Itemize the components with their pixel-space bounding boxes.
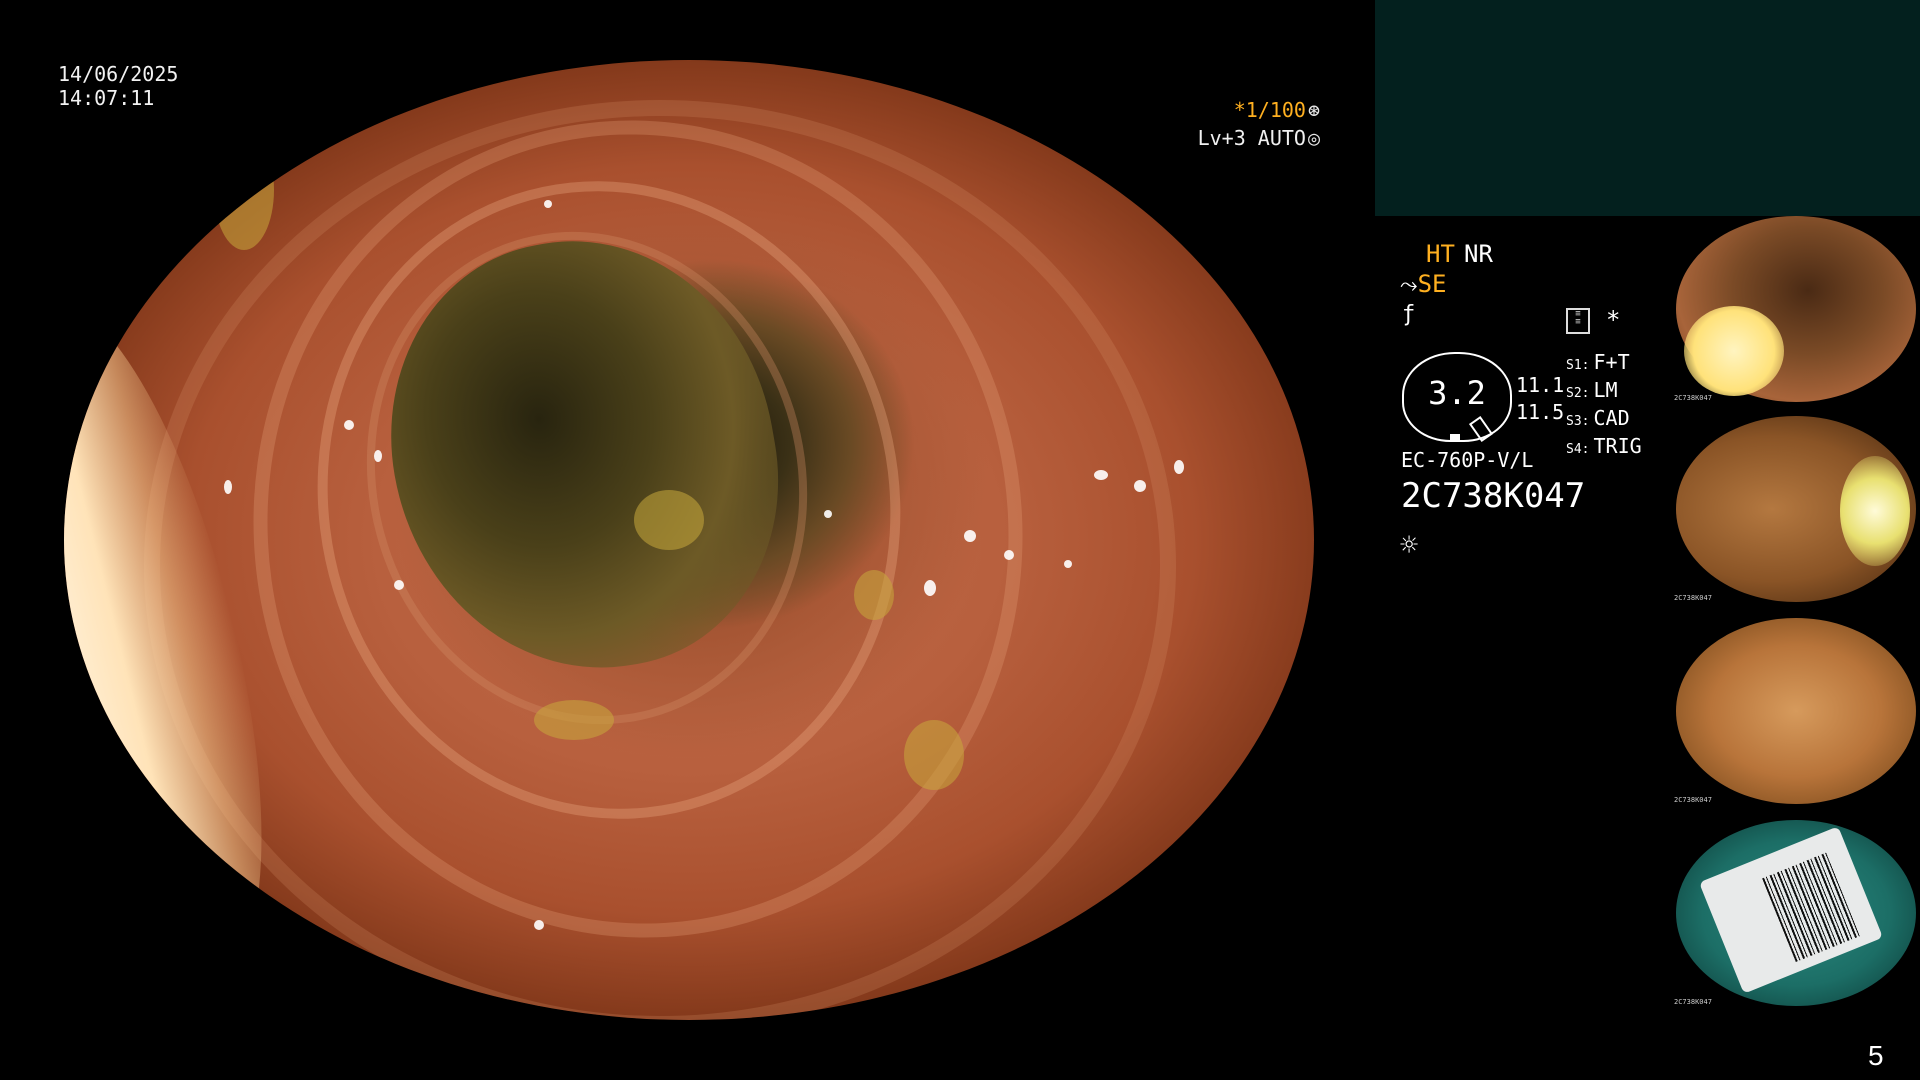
thumbnail-image [1676, 216, 1916, 402]
thumbnail-1[interactable]: 2C738K047 [1672, 214, 1918, 410]
scope-serial: 2C738K047 [1401, 476, 1586, 516]
reflection-spot [1094, 470, 1108, 480]
reflection-spot [374, 450, 382, 462]
gauge-bar-icon [1468, 415, 1494, 443]
star-indicator: * [1606, 306, 1621, 334]
mode-s4: S4: TRIG [1566, 434, 1642, 458]
debris [634, 490, 704, 550]
info-panel-blank [1375, 0, 1920, 216]
switch-modes: S1: F+T S2: LM S3: CAD S4: TRIG [1566, 350, 1642, 462]
side-value: 11.5 [1516, 400, 1565, 424]
thumbnail-label: 2C738K047 [1674, 394, 1712, 402]
reflection-spot [534, 920, 544, 930]
thumbnail-image [1676, 820, 1916, 1006]
reflection-spot [1004, 550, 1014, 560]
barcode [1762, 852, 1861, 962]
debris [904, 720, 964, 790]
reflection-spot [1064, 560, 1072, 568]
reflection-spot [1134, 480, 1146, 492]
aperture-icon: ⊛ [1307, 98, 1320, 122]
iris-icon: ◎ [1307, 126, 1320, 150]
reflection-spot [1174, 460, 1184, 474]
thumbnail-4[interactable]: 2C738K047 [1672, 818, 1918, 1014]
time: 14:07:11 [58, 86, 155, 110]
sun-icon: ☼ [1400, 528, 1419, 563]
reflection-spot [544, 200, 552, 208]
memo-icon: ≡ ≡ [1566, 308, 1590, 334]
date-time-overlay: 14/06/2025 14:07:11 [58, 62, 178, 110]
gauge-side-values: 11.1 11.5 [1516, 372, 1564, 426]
iris-setting: Lv+3 AUTO ◎ [1150, 126, 1320, 150]
page-number: 5 [1868, 1040, 1884, 1071]
f-icon: ƒ [1402, 302, 1416, 327]
reflection-spot [344, 420, 354, 430]
mode-s2: S2: LM [1566, 378, 1618, 402]
thumbnail-label: 2C738K047 [1674, 796, 1712, 804]
debris [214, 130, 274, 250]
thumbnail-label: 2C738K047 [1674, 594, 1712, 602]
reflection-spot [824, 510, 832, 518]
se-indicator: ⤳SE [1400, 270, 1447, 298]
reflection-spot [924, 580, 936, 596]
thumbnail-2[interactable]: 2C738K047 [1672, 414, 1918, 610]
reflection-spot [394, 580, 404, 590]
reflection-spot [224, 480, 232, 494]
date: 14/06/2025 [58, 62, 179, 86]
thumbnail-strip[interactable]: 2C738K047 2C738K047 2C738K047 2C738K047 [1672, 214, 1920, 1014]
side-value: 11.1 [1516, 373, 1565, 397]
thumbnail-label: 2C738K047 [1674, 998, 1712, 1006]
reflection-spot [964, 530, 976, 542]
mode-s1: S1: F+T [1566, 350, 1630, 374]
scope-icon: ⤳ [1400, 273, 1418, 298]
thumbnail-3[interactable]: 2C738K047 [1672, 616, 1918, 812]
gauge-tick [1450, 434, 1460, 440]
debris [854, 570, 894, 620]
scope-model: EC-760P-V/L [1401, 448, 1534, 472]
shutter-speed: *1/100 ⊛ [1180, 98, 1320, 122]
shutter-value: *1/100 [1233, 98, 1306, 122]
debris [534, 700, 614, 740]
enhancement-gauge: 3.2 [1402, 352, 1512, 443]
endoscopy-screen: 14/06/2025 14:07:11 *1/100 ⊛ Lv+3 AUTO ◎ H… [0, 0, 1920, 1080]
iris-value: Lv+3 AUTO [1197, 126, 1306, 150]
nr-indicator: NR [1464, 240, 1493, 268]
thumbnail-image [1676, 618, 1916, 804]
ht-indicator: HT [1426, 240, 1455, 268]
thumbnail-image [1676, 416, 1916, 602]
endoscopic-image [64, 60, 1314, 1020]
gauge-value: 3.2 [1428, 374, 1486, 412]
mode-s3: S3: CAD [1566, 406, 1630, 430]
specimen-label [1698, 826, 1884, 994]
se-label: SE [1417, 270, 1447, 298]
